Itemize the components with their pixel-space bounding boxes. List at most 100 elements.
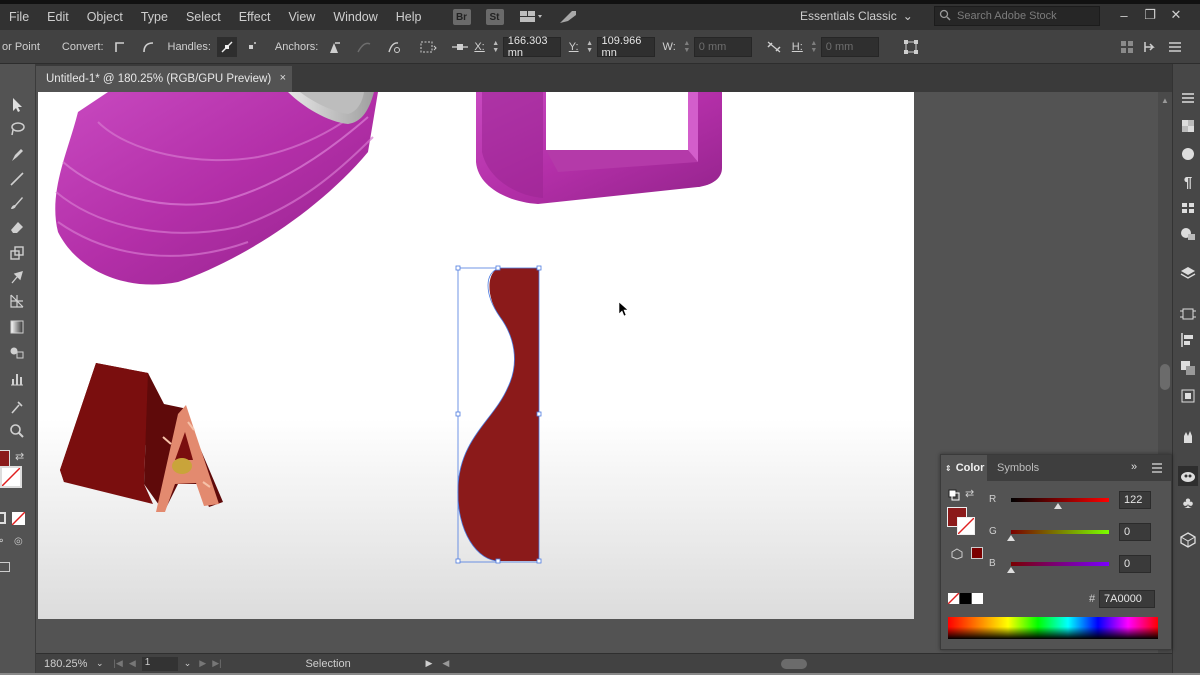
letter-a-3d-object[interactable] [60,363,223,512]
green-slider-track[interactable] [1011,530,1109,534]
gradient-tool-icon[interactable] [6,316,28,338]
transform-icon[interactable] [901,37,921,57]
restore-icon[interactable]: ❐ [1138,4,1162,26]
puppet-icon[interactable] [1178,426,1198,446]
convert-smooth-icon[interactable] [138,37,158,57]
y-field[interactable]: 109.966 mn [596,35,655,59]
horizontal-scrollbar-thumb[interactable] [781,658,808,669]
scroll-up-icon[interactable]: ▲ [1161,96,1169,105]
graphic-styles-icon[interactable] [1178,466,1198,486]
magenta-frame-object[interactable] [476,92,722,204]
minimize-icon[interactable]: – [1112,4,1136,26]
color-spectrum[interactable] [948,617,1158,639]
lasso-tool-icon[interactable] [6,118,28,140]
menu-select[interactable]: Select [177,10,230,24]
properties-icon[interactable] [1178,88,1198,108]
artboard[interactable] [38,92,914,619]
black-swatch[interactable] [960,593,971,604]
w-field[interactable]: 0 mm [693,36,752,57]
puppet-warp-tool-icon[interactable] [6,266,28,288]
first-artboard-icon[interactable]: |◀ [114,658,123,669]
image-trace-icon[interactable] [1178,224,1198,244]
artboard-dropdown-icon[interactable]: ⌄ [184,658,192,669]
bridge-button[interactable]: Br [452,9,471,25]
scrollbar-thumb[interactable] [1160,364,1170,390]
pen-tool-icon[interactable] [6,144,28,166]
gamut-color-swatch[interactable] [971,547,983,559]
close-window-icon[interactable]: ✕ [1164,4,1188,26]
h-field[interactable]: 0 mm [820,36,879,57]
link-proportions-icon[interactable] [764,37,784,57]
swap-colors-icon[interactable]: ⇄ [965,487,974,500]
red-slider-track[interactable] [1011,498,1109,502]
blue-value-field[interactable]: 0 [1119,555,1151,573]
remove-anchor-icon[interactable] [324,37,344,57]
menu-file[interactable]: File [0,10,38,24]
gpu-performance-icon[interactable] [558,9,578,25]
show-handles-icon[interactable] [216,36,237,57]
menu-help[interactable]: Help [387,10,431,24]
appearance-icon[interactable] [1178,144,1198,164]
menu-type[interactable]: Type [132,10,177,24]
swatches-icon[interactable] [1178,198,1198,218]
green-value-field[interactable]: 0 [1119,523,1151,541]
w-stepper[interactable]: ▲ ▼ [682,38,692,56]
tab-color[interactable]: ⇕ Color [941,455,987,481]
close-tab-icon[interactable]: × [280,72,286,84]
edit-toolbar-icon[interactable] [0,562,10,572]
blend-tool-icon[interactable] [6,342,28,364]
isolate-icon[interactable] [1141,37,1161,57]
eraser-tool-icon[interactable] [6,216,28,238]
swap-fill-stroke-icon[interactable]: ⇄ [15,450,24,463]
h-stepper[interactable]: ▲ ▼ [809,38,819,56]
mesh-tool-icon[interactable] [6,290,28,312]
paragraph-icon[interactable]: ¶ [1178,172,1198,192]
x-field[interactable]: 166.303 mn [502,35,561,59]
red-slider-knob[interactable] [1053,503,1062,509]
red-value-field[interactable]: 122 [1119,491,1151,509]
out-of-gamut-icon[interactable] [951,548,963,563]
hex-value-field[interactable]: 7A0000 [1099,590,1155,608]
symbols-icon[interactable]: ♣ [1178,494,1198,514]
expand-panel-icon[interactable]: » [1131,461,1137,473]
menu-view[interactable]: View [279,10,324,24]
cut-path-icon[interactable] [384,37,404,57]
document-tab[interactable]: Untitled-1* @ 180.25% (RGB/GPU Preview) … [36,66,292,92]
layers-icon[interactable] [1178,264,1198,284]
panel-menu-icon[interactable] [1165,37,1185,57]
workspace-switcher[interactable]: Essentials Classic ⌄ [800,6,920,26]
pathfinder-icon[interactable] [1178,358,1198,378]
stroke-color-swatch[interactable] [957,517,975,535]
graph-tool-icon[interactable] [6,368,28,390]
search-stock-input[interactable]: Search Adobe Stock [934,6,1100,26]
status-menu-icon[interactable]: ▶ [425,658,432,669]
transparency-icon[interactable] [1178,116,1198,136]
line-tool-icon[interactable] [6,168,28,190]
draw-mode-icon[interactable]: ⚬ [0,536,5,547]
scale-tool-icon[interactable] [6,242,28,264]
magenta-cylinder-object[interactable] [55,92,379,285]
x-stepper[interactable]: ▲ ▼ [491,38,501,56]
convert-corner-icon[interactable] [110,37,130,57]
menu-object[interactable]: Object [78,10,132,24]
screen-mode-icon[interactable]: ◎ [14,536,23,547]
anchor-align-icon[interactable] [418,37,438,57]
y-stepper[interactable]: ▲ ▼ [585,38,595,56]
none-mode-icon[interactable] [11,511,26,526]
prev-artboard-icon[interactable]: ◀ [129,658,136,669]
artboard-number-field[interactable]: 1 [141,656,178,671]
3d-icon[interactable] [1178,530,1198,550]
align-icon[interactable] [1117,37,1137,57]
zoom-tool-icon[interactable] [6,420,28,442]
menu-effect[interactable]: Effect [230,10,280,24]
stock-button[interactable]: St [485,9,504,25]
zoom-field[interactable]: 180.25% [44,658,92,670]
selected-path-shape[interactable] [457,267,540,563]
selection-tool-icon[interactable] [6,94,28,116]
hide-handles-icon[interactable] [241,37,261,57]
green-slider-knob[interactable] [1007,535,1015,541]
zoom-dropdown-icon[interactable]: ⌄ [96,658,104,669]
menu-edit[interactable]: Edit [38,10,78,24]
color-mode-icon[interactable] [0,512,6,524]
blue-slider-knob[interactable] [1007,567,1015,573]
